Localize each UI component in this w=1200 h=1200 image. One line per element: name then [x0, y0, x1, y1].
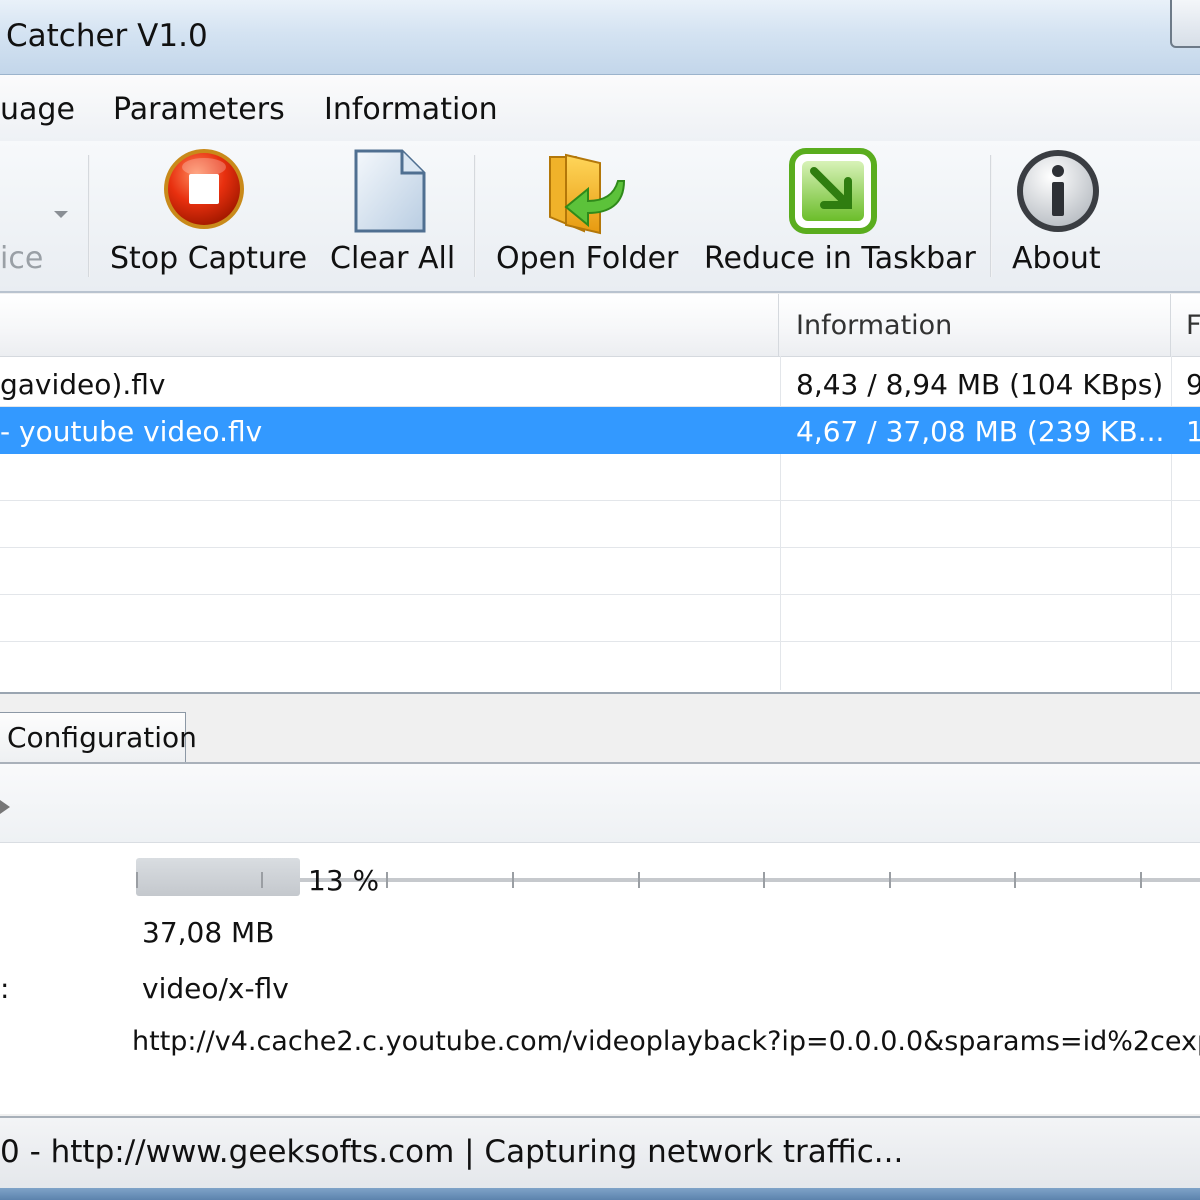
row-filename: gavideo).flv	[0, 368, 166, 401]
progress-tick	[1140, 872, 1142, 888]
toolbar-separator	[990, 155, 992, 277]
window-control-button[interactable]	[1170, 0, 1200, 48]
row-information: 4,67 / 37,08 MB (239 KB...	[796, 415, 1165, 448]
about-label: About	[1012, 241, 1101, 276]
details-pane: 13 % 37,08 MB : video/x-flv http://v4.ca…	[0, 764, 1200, 1114]
device-button-label: ice	[0, 241, 44, 276]
open-folder-icon	[549, 153, 626, 235]
type-label-colon: :	[0, 972, 10, 1005]
empty-row	[0, 548, 1200, 595]
progress-tick	[638, 872, 640, 888]
column-header-information[interactable]: Information	[796, 310, 952, 341]
source-url-value[interactable]: http://v4.cache2.c.youtube.com/videoplay…	[132, 1026, 1200, 1057]
progress-tick	[763, 872, 765, 888]
empty-row	[0, 454, 1200, 501]
row-next-column: 1	[1186, 415, 1200, 448]
blank-document-icon	[354, 149, 426, 233]
table-row-selected[interactable]: - youtube video.flv 4,67 / 37,08 MB (239…	[0, 407, 1200, 454]
empty-row	[0, 501, 1200, 548]
menu-information[interactable]: Information	[324, 92, 498, 127]
play-arrow-icon[interactable]	[0, 800, 10, 814]
toolbar: ice Stop Capture Clear All Open Folder R…	[0, 141, 1200, 293]
toolbar-separator	[474, 155, 476, 277]
column-separator[interactable]	[1170, 294, 1171, 356]
progress-tick	[261, 872, 263, 888]
tab-configuration-label: Configuration	[7, 721, 197, 754]
status-bar: 0 - http://www.geeksofts.com | Capturing…	[0, 1116, 1200, 1190]
stop-capture-button[interactable]: Stop Capture	[100, 141, 310, 291]
reduce-taskbar-button[interactable]: Reduce in Taskbar	[696, 141, 978, 291]
tab-strip: Configuration	[0, 694, 1200, 764]
tab-configuration[interactable]: Configuration	[0, 712, 197, 762]
chevron-down-icon	[54, 211, 68, 218]
menu-bar: uage Parameters Information	[0, 75, 1200, 141]
mime-type-value: video/x-flv	[142, 972, 289, 1005]
progress-tick	[512, 872, 514, 888]
status-text: 0 - http://www.geeksofts.com | Capturing…	[0, 1134, 904, 1170]
title-bar: Catcher V1.0	[0, 0, 1200, 75]
row-next-column: 9	[1186, 368, 1200, 401]
stop-icon	[164, 149, 244, 229]
progress-tick	[386, 872, 388, 888]
clear-all-label: Clear All	[330, 241, 456, 276]
reduce-taskbar-label: Reduce in Taskbar	[704, 241, 976, 276]
progress-fill	[136, 858, 300, 896]
window-bottom-border	[0, 1188, 1200, 1200]
menu-parameters[interactable]: Parameters	[113, 92, 285, 127]
about-button[interactable]: About	[1004, 141, 1114, 291]
progress-percent: 13 %	[308, 864, 380, 897]
minimize-arrow-icon	[789, 148, 877, 234]
window-title: Catcher V1.0	[6, 18, 208, 54]
table-row[interactable]: gavideo).flv 8,43 / 8,94 MB (104 KBps) 9	[0, 360, 1200, 407]
menu-language[interactable]: uage	[0, 92, 75, 127]
progress-tick	[136, 872, 138, 888]
open-folder-button[interactable]: Open Folder	[488, 141, 684, 291]
stop-capture-label: Stop Capture	[110, 241, 308, 276]
list-header: Information F	[0, 294, 1200, 357]
app-window: Catcher V1.0 uage Parameters Information…	[0, 0, 1200, 1200]
empty-row	[0, 595, 1200, 642]
column-separator[interactable]	[778, 294, 779, 356]
open-folder-label: Open Folder	[496, 241, 679, 276]
clear-all-button[interactable]: Clear All	[322, 141, 462, 291]
device-dropdown-button[interactable]: ice	[0, 141, 88, 291]
capture-list: Information F gavideo).flv 8,43 / 8,94 M…	[0, 294, 1200, 694]
row-information: 8,43 / 8,94 MB (104 KBps)	[796, 368, 1164, 401]
info-icon	[1017, 150, 1099, 232]
file-size-value: 37,08 MB	[142, 916, 275, 949]
column-header-next[interactable]: F	[1186, 310, 1200, 341]
progress-tick	[889, 872, 891, 888]
progress-tick	[1014, 872, 1016, 888]
toolbar-separator	[88, 155, 90, 277]
row-filename: - youtube video.flv	[0, 415, 263, 448]
details-toolbar	[0, 764, 1200, 843]
